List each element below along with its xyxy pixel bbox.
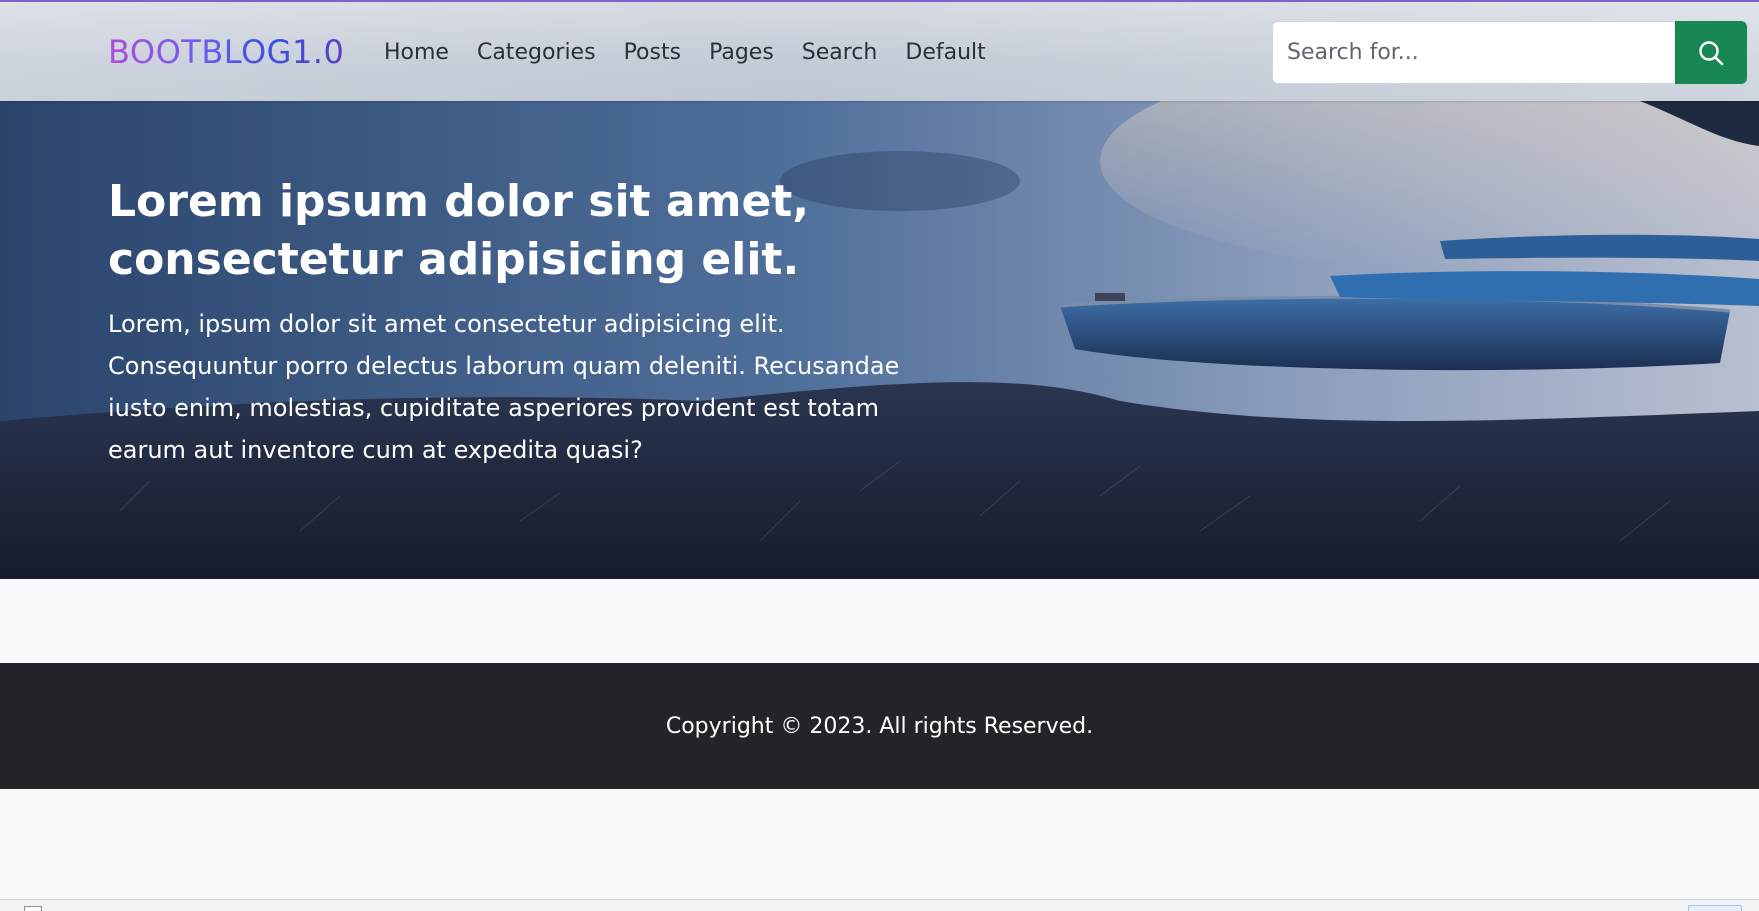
hero-title: Lorem ipsum dolor sit amet, consectetur … [108,176,810,285]
hero-text: Lorem, ipsum dolor sit amet consectetur … [108,310,900,464]
nav-link-home[interactable]: Home [370,35,463,71]
status-indicator[interactable] [1688,905,1742,911]
nav-link-posts[interactable]: Posts [610,35,696,71]
navbar: BOOTBLOG1.0 Home Categories Posts Pages … [0,0,1759,101]
nav-link-search[interactable]: Search [788,35,892,71]
search-input[interactable] [1272,21,1675,84]
brand-logo-link[interactable]: BOOTBLOG1.0 [108,32,344,72]
search-form [1272,21,1747,84]
nav-link-default[interactable]: Default [891,35,999,71]
search-icon [1699,40,1724,65]
bottom-status-strip [0,899,1759,911]
nav-links: Home Categories Posts Pages Search Defau… [370,35,1000,71]
checkbox-icon[interactable] [24,906,42,911]
footer: Copyright © 2023. All rights Reserved. [0,663,1759,789]
nav-link-pages[interactable]: Pages [695,35,788,71]
hero-section: Lorem ipsum dolor sit amet, consectetur … [0,101,1759,579]
nav-link-categories[interactable]: Categories [463,35,610,71]
hero-content: Lorem ipsum dolor sit amet, consectetur … [108,173,948,471]
copyright-text: Copyright © 2023. All rights Reserved. [665,713,1094,739]
search-button[interactable] [1675,21,1747,84]
